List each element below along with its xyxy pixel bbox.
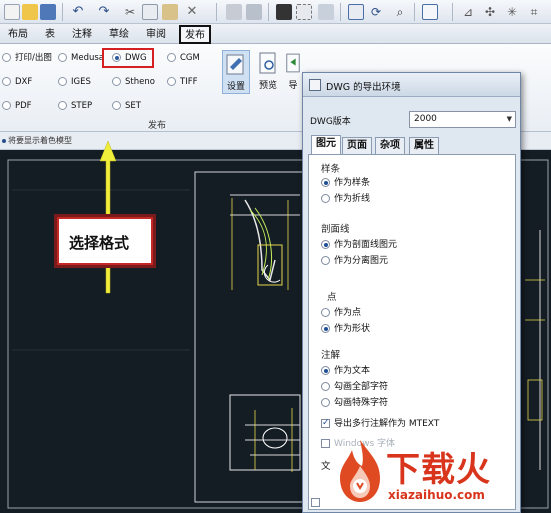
- spline-as-polyline-radio[interactable]: 作为折线: [321, 193, 370, 205]
- section-spline: 样条: [321, 164, 341, 175]
- window-icon: [309, 79, 321, 91]
- tab-entities[interactable]: 图元: [311, 135, 341, 155]
- bottom-checkbox[interactable]: [311, 497, 324, 509]
- dwg-version-label: DWG版本: [310, 117, 351, 127]
- option-label: 勾画特殊字符: [334, 398, 389, 408]
- section-note: 注解: [321, 350, 341, 361]
- option-label: 作为形状: [334, 324, 371, 334]
- chevron-down-icon: ▼: [506, 115, 512, 123]
- note-stroke-all-radio[interactable]: 勾画全部字符: [321, 381, 388, 393]
- callout-box: 选择格式: [54, 214, 156, 268]
- mtext-checkbox[interactable]: 导出多行注解作为 MTEXT: [321, 417, 440, 430]
- note-stroke-special-radio[interactable]: 勾画特殊字符: [321, 397, 388, 409]
- callout-text: 选择格式: [69, 234, 130, 252]
- hatch-as-hatch-radio[interactable]: 作为剖面线图元: [321, 239, 397, 251]
- point-as-shape-radio[interactable]: 作为形状: [321, 323, 370, 335]
- dialog-title-bar[interactable]: DWG 的导出环境: [303, 73, 520, 97]
- option-label: 作为样条: [334, 178, 371, 188]
- tab-misc[interactable]: 杂项: [375, 137, 405, 154]
- option-label: 作为分离图元: [334, 256, 389, 266]
- option-label: 作为剖面线图元: [334, 240, 398, 250]
- hatch-as-separate-radio[interactable]: 作为分离图元: [321, 255, 388, 267]
- checkbox-label: 导出多行注解作为 MTEXT: [334, 419, 440, 429]
- dwg-version-select[interactable]: 2000 ▼: [409, 111, 516, 128]
- section-point: 点: [327, 292, 337, 303]
- tab-page[interactable]: 页面: [342, 137, 372, 154]
- section-hatch: 剖面线: [321, 224, 350, 235]
- option-label: 作为点: [334, 308, 362, 318]
- spline-as-spline-radio[interactable]: 作为样条: [321, 177, 370, 189]
- option-label: 作为折线: [334, 194, 371, 204]
- dwg-version-value: 2000: [414, 114, 437, 124]
- note-as-text-radio[interactable]: 作为文本: [321, 365, 370, 377]
- tab-properties[interactable]: 属性: [409, 137, 439, 154]
- dialog-title: DWG 的导出环境: [326, 82, 401, 93]
- option-label: 勾画全部字符: [334, 382, 389, 392]
- watermark-brand: 下载火: [386, 450, 491, 490]
- option-label: 作为文本: [334, 366, 371, 376]
- watermark: 下载火 xiazaihuo.com: [330, 430, 551, 513]
- point-as-point-radio[interactable]: 作为点: [321, 307, 361, 319]
- watermark-url: xiazaihuo.com: [388, 488, 485, 502]
- flame-logo-icon: [340, 440, 380, 502]
